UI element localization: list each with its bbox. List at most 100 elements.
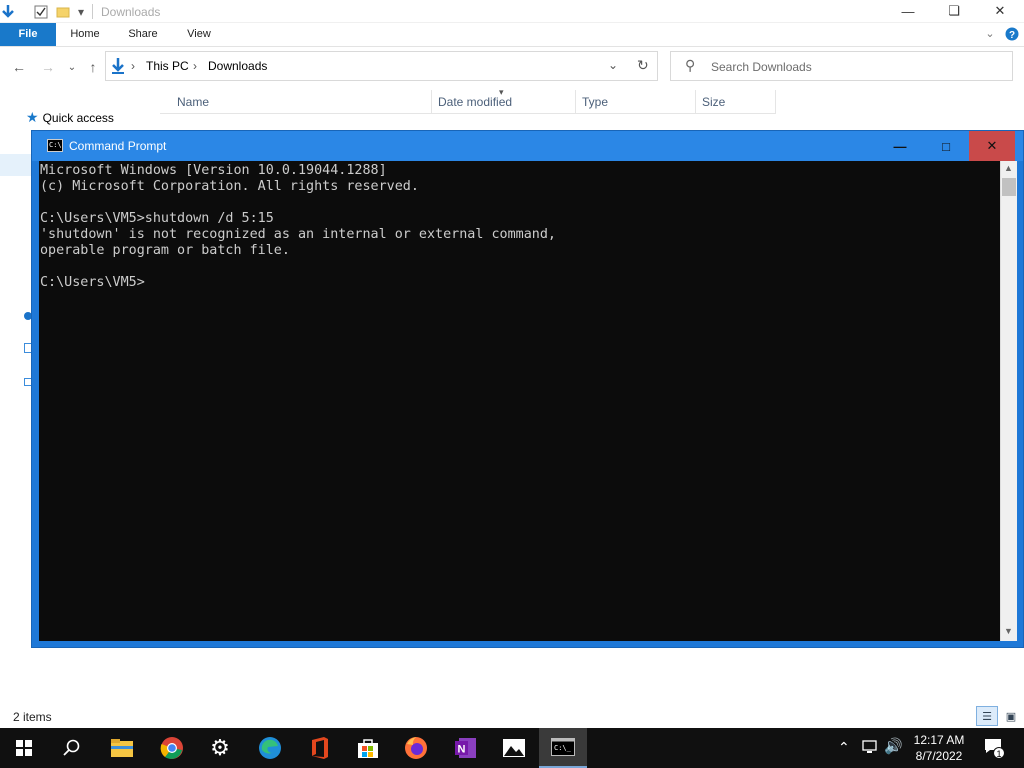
large-icons-view-button[interactable]: ▣ <box>1000 706 1022 726</box>
cmd-icon: C:\_ <box>551 738 575 756</box>
console-prompt-line: C:\Users\VM5> <box>40 275 145 290</box>
taskbar-firefox[interactable] <box>392 728 440 768</box>
command-prompt-window: C:\ Command Prompt — □ ✕ Microsoft Windo… <box>31 130 1024 648</box>
tab-view[interactable]: View <box>174 23 224 46</box>
status-bar: 2 items ☰ ▣ <box>0 706 1024 728</box>
column-header-type[interactable]: Type <box>576 90 696 114</box>
downloads-icon <box>0 3 16 20</box>
breadcrumb-this-pc[interactable]: This PC <box>146 59 189 73</box>
address-bar[interactable]: › This PC › Downloads ⌄ ↻ <box>105 51 658 81</box>
expand-ribbon-chevron-icon[interactable]: ⌄ <box>980 23 1000 46</box>
breadcrumb-downloads[interactable]: Downloads <box>208 59 267 73</box>
photos-icon <box>503 739 525 757</box>
taskbar-file-explorer[interactable] <box>98 728 146 768</box>
taskbar-photos[interactable] <box>490 728 538 768</box>
cmd-icon: C:\ <box>47 139 63 152</box>
clock-date: 8/7/2022 <box>915 749 963 763</box>
details-view-button[interactable]: ☰ <box>976 706 998 726</box>
new-folder-icon[interactable] <box>56 3 70 20</box>
start-button[interactable] <box>0 728 48 768</box>
explorer-titlebar: ▾ Downloads — ❏ ✕ <box>0 0 1024 23</box>
console-line: 'shutdown' is not recognized as an inter… <box>40 227 556 242</box>
downloads-icon <box>111 57 125 78</box>
console-line: operable program or batch file. <box>40 243 290 258</box>
scroll-thumb[interactable] <box>1002 178 1016 196</box>
onenote-icon: N <box>455 738 476 758</box>
start-icon <box>16 740 32 756</box>
column-header-name[interactable]: Name <box>171 90 432 114</box>
minimize-button[interactable]: — <box>885 0 931 22</box>
scroll-down-icon[interactable]: ▼ <box>1004 626 1013 636</box>
search-icon <box>63 739 80 756</box>
breadcrumb-separator-icon: › <box>131 59 135 73</box>
tab-share[interactable]: Share <box>118 23 168 46</box>
forward-button[interactable]: → <box>38 57 58 77</box>
back-button[interactable]: ← <box>9 57 29 77</box>
network-icon[interactable] <box>861 738 879 759</box>
firefox-icon <box>405 737 427 759</box>
office-icon <box>312 737 328 759</box>
column-header-date-modified[interactable]: Date modified <box>432 90 576 114</box>
recent-locations-chevron-icon[interactable]: ⌄ <box>62 57 82 77</box>
tab-file[interactable]: File <box>0 23 56 46</box>
cmd-minimize-button[interactable]: — <box>877 131 923 161</box>
taskbar-store[interactable] <box>344 728 392 768</box>
tab-home[interactable]: Home <box>60 23 110 46</box>
properties-icon[interactable] <box>32 3 50 20</box>
taskbar-command-prompt[interactable]: C:\_ <box>539 728 587 768</box>
svg-text:?: ? <box>1009 30 1015 41</box>
store-icon <box>358 739 378 758</box>
refresh-icon[interactable]: ↻ <box>637 57 649 74</box>
edge-icon <box>259 737 281 759</box>
scroll-up-icon[interactable]: ▲ <box>1004 163 1013 173</box>
svg-text:N: N <box>458 744 466 756</box>
taskbar-settings[interactable]: ⚙ <box>196 728 244 768</box>
breadcrumb-separator-icon: › <box>193 59 197 73</box>
close-button[interactable]: ✕ <box>977 0 1023 22</box>
cmd-console[interactable]: Microsoft Windows [Version 10.0.19044.12… <box>39 161 1000 641</box>
taskbar-onenote[interactable]: N <box>442 728 490 768</box>
cmd-close-button[interactable]: ✕ <box>969 131 1015 161</box>
search-input[interactable]: ⚲ Search Downloads <box>670 51 1013 81</box>
console-line: Microsoft Windows [Version 10.0.19044.12… <box>40 163 387 178</box>
volume-icon[interactable]: 🔊 <box>884 737 903 755</box>
taskbar-chrome[interactable] <box>148 728 196 768</box>
customize-toolbar-chevron-icon[interactable]: ▾ <box>74 3 88 20</box>
column-header-size[interactable]: Size <box>696 90 776 114</box>
up-button[interactable]: ↑ <box>83 57 103 77</box>
window-title: Downloads <box>101 5 161 19</box>
settings-icon: ⚙ <box>210 735 230 760</box>
action-center-button[interactable]: 1 <box>984 738 1005 759</box>
search-button[interactable] <box>48 728 96 768</box>
cmd-maximize-button[interactable]: □ <box>923 131 969 161</box>
ribbon-tabs: File Home Share View ⌄ ? <box>0 23 1024 47</box>
item-count: 2 items <box>13 710 52 724</box>
nav-item-label: Quick access <box>42 110 114 125</box>
star-icon: ★ <box>26 109 39 125</box>
large-icons-view-icon: ▣ <box>1005 710 1017 723</box>
restore-button[interactable]: ❏ <box>931 0 977 22</box>
address-dropdown-chevron-icon[interactable]: ⌄ <box>608 58 618 72</box>
clock-time: 12:17 AM <box>913 733 965 747</box>
cmd-titlebar[interactable]: C:\ Command Prompt — □ ✕ <box>32 131 1023 161</box>
notification-badge: 1 <box>993 747 1005 759</box>
svg-text:C:\_: C:\_ <box>554 744 572 752</box>
console-line: (c) Microsoft Corporation. All rights re… <box>40 179 419 194</box>
details-view-icon: ☰ <box>982 710 992 723</box>
nav-item-quick-access[interactable]: ★ Quick access <box>26 109 114 126</box>
nav-item-selected[interactable] <box>0 154 31 176</box>
search-placeholder: Search Downloads <box>711 60 812 74</box>
cmd-window-title: Command Prompt <box>69 139 167 153</box>
console-line: C:\Users\VM5>shutdown /d 5:15 <box>40 211 274 226</box>
help-icon[interactable]: ? <box>1002 23 1022 46</box>
show-hidden-icons-chevron-icon[interactable]: ⌃ <box>838 739 850 756</box>
taskbar-edge[interactable] <box>246 728 294 768</box>
cmd-scrollbar[interactable]: ▲ ▼ <box>1000 161 1017 641</box>
column-headers: Name ▾ Date modified Type Size <box>160 87 776 114</box>
search-icon: ⚲ <box>685 57 696 73</box>
chrome-icon <box>160 737 183 759</box>
taskbar-office[interactable] <box>296 728 344 768</box>
clock[interactable]: 12:17 AM 8/7/2022 <box>905 732 973 764</box>
